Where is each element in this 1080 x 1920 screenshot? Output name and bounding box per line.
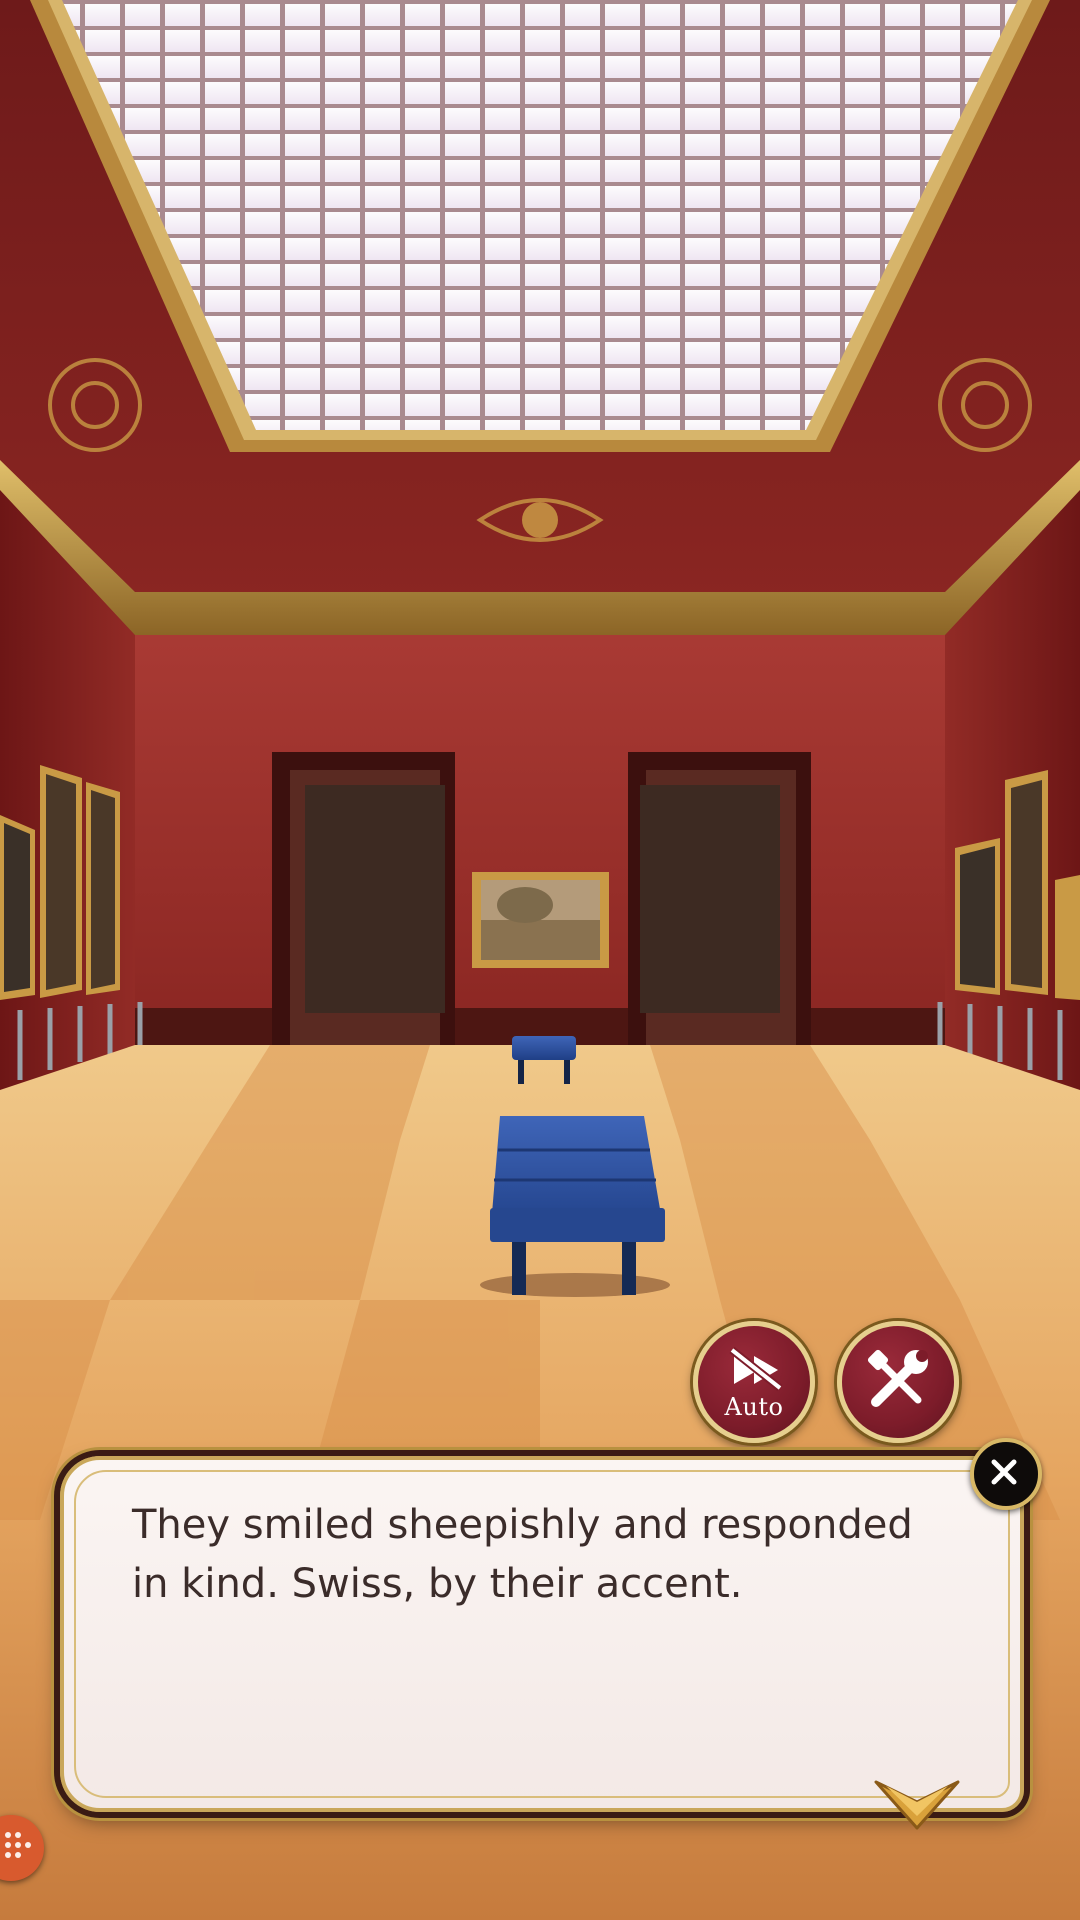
close-dialogue-button[interactable] bbox=[970, 1438, 1042, 1510]
dots-grid-icon bbox=[5, 1832, 31, 1858]
dialogue-box[interactable]: They smiled sheepishly and responded in … bbox=[60, 1456, 1024, 1812]
close-icon bbox=[991, 1459, 1017, 1485]
auto-play-button[interactable]: Auto bbox=[693, 1321, 815, 1443]
wrench-screwdriver-icon bbox=[867, 1349, 928, 1407]
dialogue-text: They smiled sheepishly and responded in … bbox=[132, 1502, 913, 1607]
chevron-down-icon bbox=[874, 1780, 960, 1830]
floating-menu-button[interactable] bbox=[0, 1815, 44, 1881]
skip-off-icon bbox=[729, 1346, 783, 1392]
next-arrow-button[interactable] bbox=[872, 1776, 962, 1832]
settings-button[interactable] bbox=[837, 1321, 959, 1443]
auto-label: Auto bbox=[724, 1393, 784, 1421]
